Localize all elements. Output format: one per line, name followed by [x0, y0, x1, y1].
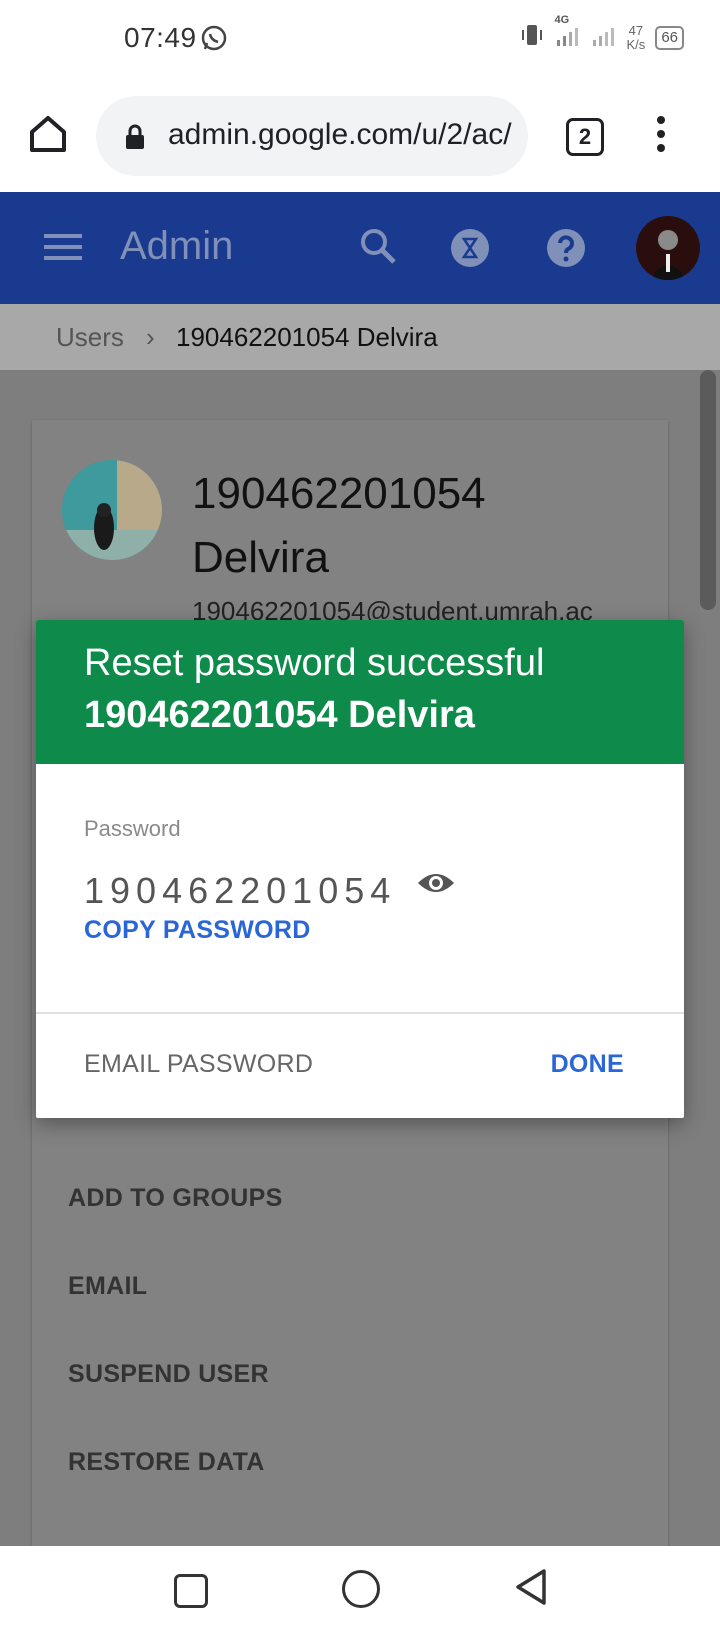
dialog-subtitle: 190462201054 Delvira: [84, 694, 475, 736]
done-button[interactable]: DONE: [551, 1050, 624, 1079]
breadcrumb-current: 190462201054 Delvira: [176, 322, 438, 352]
menu-icon[interactable]: [44, 232, 82, 267]
url-text: admin.google.com/u/2/ac/: [168, 118, 512, 151]
search-icon[interactable]: [358, 226, 398, 271]
restore-data-button[interactable]: RESTORE DATA: [68, 1448, 265, 1477]
status-time: 07:49: [124, 22, 197, 53]
back-icon[interactable]: [514, 1568, 548, 1611]
vibrate-icon: [519, 22, 545, 53]
net-speed-value: 47: [628, 22, 644, 38]
dialog-header: Reset password successful 190462201054 D…: [36, 620, 684, 764]
whatsapp-icon: [200, 24, 228, 57]
more-menu-icon[interactable]: [656, 114, 666, 159]
help-icon[interactable]: [546, 228, 586, 273]
user-photo: [62, 460, 162, 560]
browser-toolbar: admin.google.com/u/2/ac/ 2: [0, 80, 720, 192]
system-nav-bar: [0, 1546, 720, 1640]
tab-switcher-button[interactable]: 2: [566, 118, 604, 156]
user-name: 190462201054 Delvira: [192, 462, 632, 590]
user-name-id: 190462201054: [192, 469, 486, 518]
account-avatar[interactable]: [636, 216, 700, 280]
battery-level: 66: [661, 28, 678, 46]
user-name-text: Delvira: [192, 533, 329, 582]
admin-app-bar: Admin: [0, 192, 720, 304]
email-button[interactable]: EMAIL: [68, 1272, 147, 1301]
breadcrumb: Users › 190462201054 Delvira: [0, 304, 720, 370]
status-indicators: 4G 47 K/s 66: [519, 14, 684, 53]
scrollbar[interactable]: [700, 370, 716, 610]
breadcrumb-users-link[interactable]: Users: [56, 322, 124, 353]
home-nav-icon[interactable]: [342, 1570, 380, 1608]
suspend-user-button[interactable]: SUSPEND USER: [68, 1360, 269, 1389]
copy-password-button[interactable]: COPY PASSWORD: [84, 916, 311, 945]
net-speed: 47 K/s: [626, 22, 646, 52]
address-bar[interactable]: admin.google.com/u/2/ac/: [96, 96, 528, 176]
hourglass-icon[interactable]: [450, 228, 490, 273]
add-to-groups-button[interactable]: ADD TO GROUPS: [68, 1184, 283, 1213]
signal-icon: [591, 22, 617, 53]
status-bar: 07:49 4G 47 K/s 66: [0, 0, 720, 80]
dialog-divider: [36, 1012, 684, 1014]
user-email: 190462201054@student.umrah.ac: [192, 596, 593, 620]
lock-icon: [124, 124, 146, 155]
breadcrumb-separator: ›: [146, 322, 155, 352]
email-password-button[interactable]: EMAIL PASSWORD: [84, 1050, 313, 1079]
home-icon[interactable]: [26, 112, 70, 156]
net-speed-unit: K/s: [626, 36, 646, 52]
network-type: 4G: [554, 14, 570, 26]
signal-4g-icon: 4G: [555, 14, 581, 53]
app-title: Admin: [120, 224, 234, 268]
password-value: 190462201054: [84, 870, 397, 911]
show-password-eye-icon[interactable]: [416, 868, 456, 903]
battery-icon: 66: [655, 25, 684, 50]
password-label: Password: [84, 816, 181, 841]
recents-icon[interactable]: [174, 1574, 208, 1608]
dialog-title: Reset password successful: [84, 642, 545, 684]
reset-password-dialog: Reset password successful 190462201054 D…: [36, 620, 684, 1118]
